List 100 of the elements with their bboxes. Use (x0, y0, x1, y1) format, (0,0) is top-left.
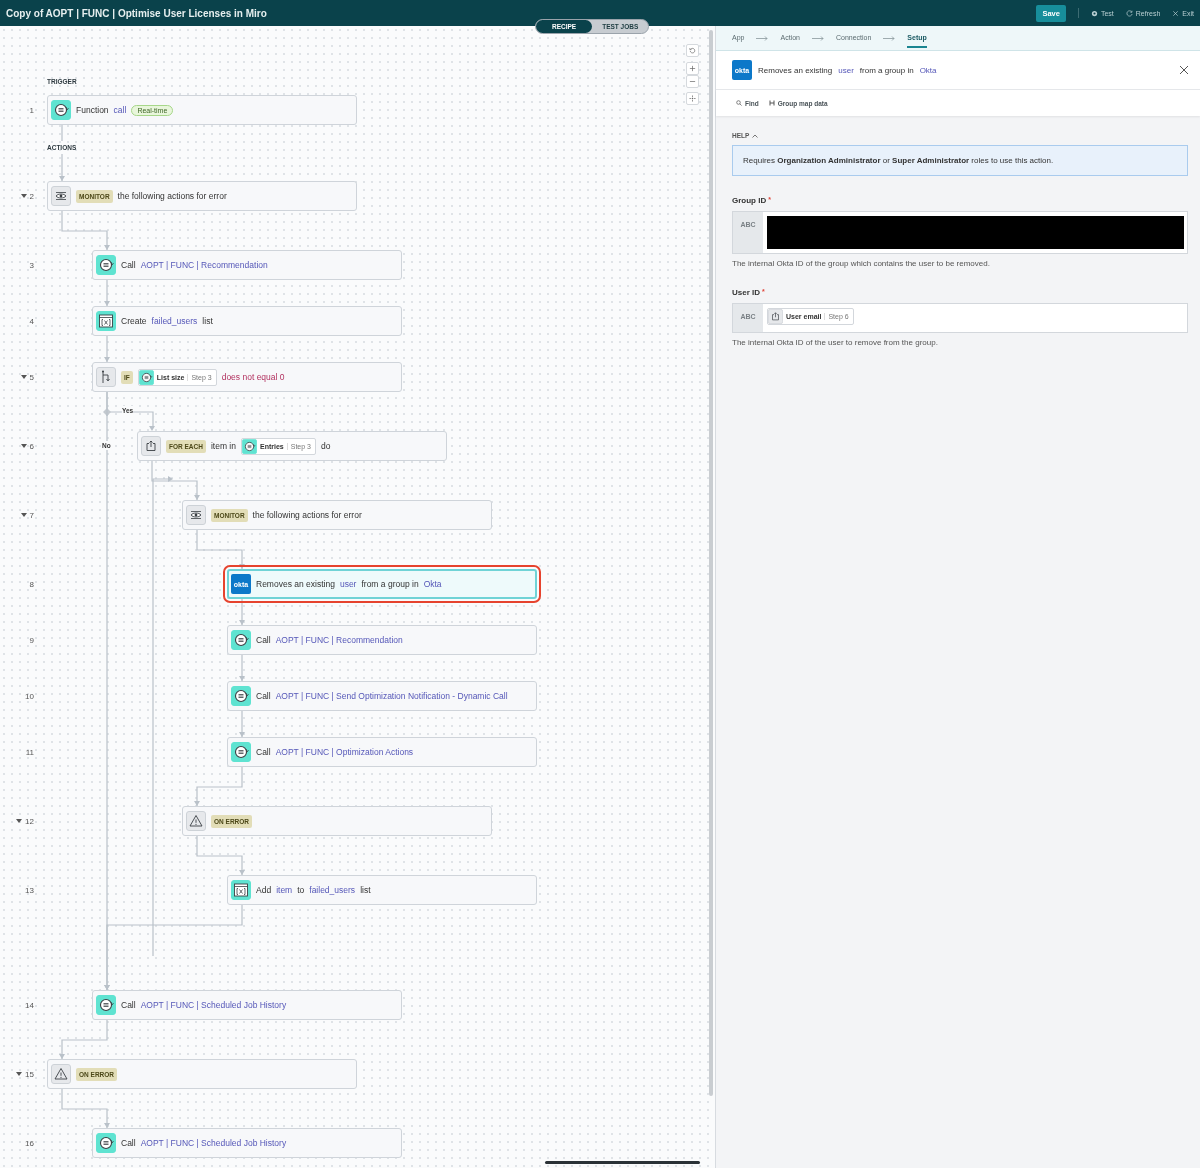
warning-icon (186, 811, 206, 831)
connector-arrow (61, 210, 110, 251)
step-text: Removes an existing (256, 579, 335, 589)
function-icon (96, 255, 116, 275)
function-icon (138, 369, 154, 385)
step-link[interactable]: call (113, 105, 127, 115)
variable-icon (96, 311, 116, 331)
step-text: from a group in (361, 579, 419, 589)
step-number: 15 (25, 1069, 34, 1079)
caret-icon[interactable] (16, 819, 23, 823)
step-number: 13 (25, 885, 34, 895)
step-text: Call (121, 260, 136, 270)
function-icon (231, 630, 251, 650)
step-text: Function (76, 105, 109, 115)
connector-arrow (239, 710, 245, 738)
step-number: 10 (25, 691, 34, 701)
step-link[interactable]: failed_users (309, 885, 356, 895)
step-card[interactable]: Call AOPT | FUNC | Recommendation (92, 250, 402, 280)
caret-icon[interactable] (20, 194, 27, 198)
caret-icon[interactable] (16, 1072, 23, 1076)
warning-icon (51, 1064, 71, 1084)
step-link[interactable]: AOPT | FUNC | Recommendation (140, 260, 268, 270)
step-card[interactable]: Call AOPT | FUNC | Recommendation (227, 625, 537, 655)
step-number: 7 (29, 510, 34, 520)
step-link[interactable]: user (838, 65, 854, 75)
loop-icon (141, 436, 161, 456)
close-icon (1172, 9, 1180, 17)
step-number: 4 (29, 316, 34, 326)
step-number: 9 (29, 635, 34, 645)
refresh-icon (1125, 9, 1133, 17)
function-icon (231, 742, 251, 762)
step-text: Call (121, 1138, 136, 1148)
connector-arrow (104, 279, 110, 307)
caret-icon[interactable] (20, 444, 27, 448)
step-link[interactable]: AOPT | FUNC | Recommendation (275, 635, 403, 645)
connector-arrow (196, 835, 245, 876)
condition-text: does not equal 0 (221, 372, 285, 382)
scrollbar[interactable] (709, 30, 713, 1096)
connector-arrow (104, 335, 110, 363)
step-card[interactable]: Add item to failed_users list (227, 875, 537, 905)
fit-view-icon[interactable] (686, 92, 699, 105)
function-icon (231, 686, 251, 706)
step-number: 14 (25, 1000, 34, 1010)
step-text: do (321, 441, 331, 451)
branch-icon (96, 367, 116, 387)
step-number: 16 (25, 1138, 34, 1148)
arrow-icon (811, 35, 824, 41)
search-icon (736, 100, 742, 106)
field-hint: The internal Okta ID of the user to remove from the group. (732, 338, 939, 347)
loop-icon (768, 309, 783, 324)
step-text: Call (256, 691, 271, 701)
field-label: Group ID (732, 196, 767, 205)
step-link[interactable]: failed_users (151, 316, 198, 326)
connector-arrow (196, 529, 245, 570)
window-title: Copy of AOPT | FUNC | Optimise User Licenses in Miro (6, 7, 268, 19)
step-number: 5 (29, 372, 34, 382)
connector-arrow (61, 1088, 110, 1129)
step-link[interactable]: Okta (423, 579, 442, 589)
function-icon (96, 995, 116, 1015)
step-text: Create (121, 316, 147, 326)
step-card[interactable]: Call AOPT | FUNC | Optimization Actions (227, 737, 537, 767)
eye-icon (186, 505, 206, 525)
close-icon[interactable] (1178, 64, 1190, 76)
zoom-out-icon[interactable] (686, 75, 699, 88)
step-number: 3 (29, 260, 34, 270)
chevron-icon (752, 133, 759, 138)
step-card[interactable]: Call AOPT | FUNC | Send Optimization Notification - Dynamic Call (227, 681, 537, 711)
step-text: Add (256, 885, 272, 895)
step-text: from a group in (859, 65, 914, 75)
step-link[interactable]: Okta (919, 65, 937, 75)
caret-icon[interactable] (20, 375, 27, 379)
step-text: list (202, 316, 213, 326)
step-card[interactable]: Create failed_users list (92, 306, 402, 336)
help-message: Requires Organization Administrator or Super Administrator roles to use this action. (732, 145, 1188, 176)
step-link[interactable]: AOPT | FUNC | Scheduled Job History (140, 1000, 287, 1010)
connector-arrow (59, 1019, 108, 1060)
step-link[interactable]: AOPT | FUNC | Optimization Actions (275, 747, 414, 757)
step-number: 2 (29, 191, 34, 201)
step-link[interactable]: item (276, 885, 293, 895)
eye-icon (51, 186, 71, 206)
step-card[interactable]: Call AOPT | FUNC | Scheduled Job History (92, 990, 402, 1020)
step-text: item in (210, 441, 236, 451)
step-text: the following actions for error (252, 510, 362, 520)
step-text: Call (121, 1000, 136, 1010)
scrollbar[interactable] (545, 1161, 700, 1164)
step-card[interactable]: Call AOPT | FUNC | Scheduled Job History (92, 1128, 402, 1158)
step-link[interactable]: AOPT | FUNC | Send Optimization Notification - Dynamic Call (275, 691, 508, 701)
connector-arrow (59, 153, 65, 182)
step-number: 8 (29, 579, 34, 589)
caret-icon[interactable] (20, 513, 27, 517)
step-link[interactable]: AOPT | FUNC | Scheduled Job History (140, 1138, 287, 1148)
function-icon (242, 438, 257, 454)
step-text: the following actions for error (117, 191, 227, 201)
step-number: 6 (29, 441, 34, 451)
zoom-in-icon[interactable] (686, 62, 699, 75)
step-text: to (297, 885, 305, 895)
arrow-icon (756, 35, 769, 41)
arrow-icon (883, 35, 896, 41)
step-link[interactable]: user (339, 579, 357, 589)
step-text: list (360, 885, 371, 895)
